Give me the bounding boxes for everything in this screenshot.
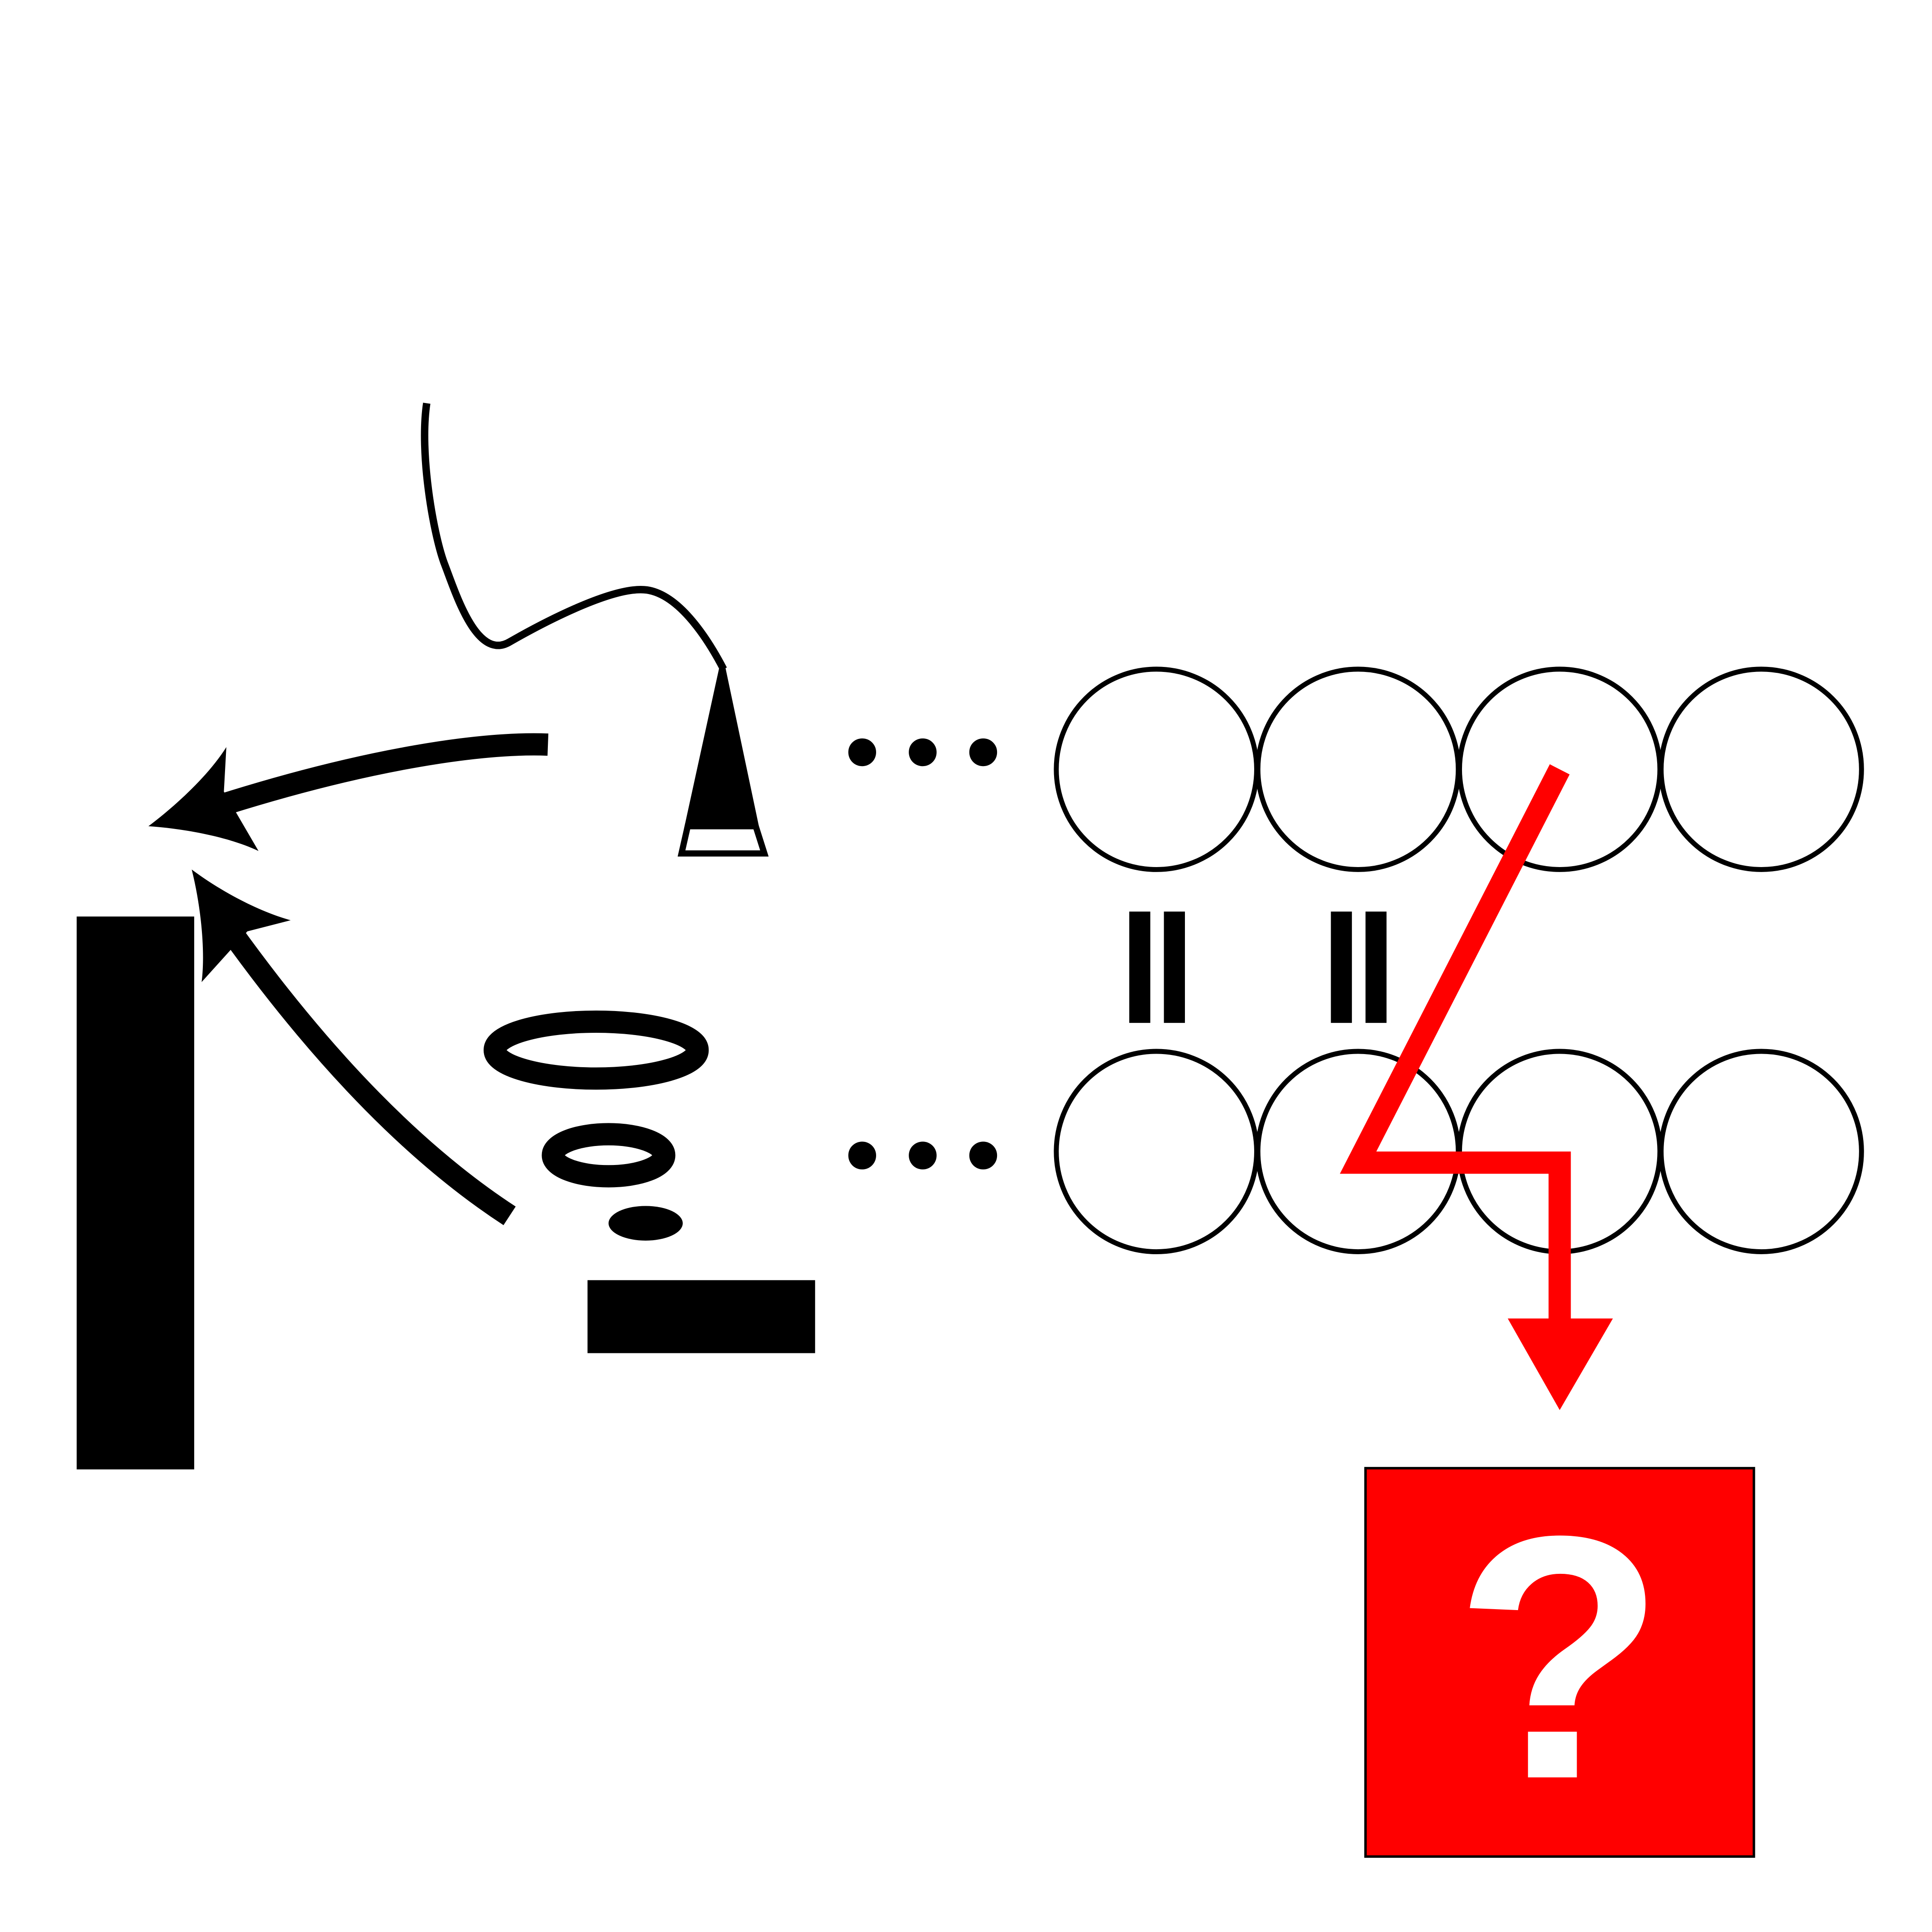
top-circle-2: [1255, 666, 1461, 872]
funnel-icon: [677, 667, 769, 857]
tall-black-bar: [77, 916, 194, 1470]
upper-curved-arrow: [148, 733, 549, 851]
vertical-equals-icon: [1129, 911, 1185, 1023]
bottom-circle-4: [1659, 1049, 1864, 1254]
ellipsis-bottom: •••: [837, 1112, 1018, 1204]
bottom-circle-1: [1054, 1049, 1259, 1254]
vertical-equals-icon: [1331, 911, 1387, 1023]
puzzle-diagram: ••• ••• ?: [77, 403, 1864, 1858]
thin-curved-line: [421, 403, 727, 671]
flat-black-bar: [587, 1280, 815, 1353]
stacked-ellipses-icon: [484, 1010, 709, 1241]
question-mark: ?: [1454, 1465, 1665, 1851]
question-box: ?: [1364, 1465, 1755, 1858]
top-circle-row: [1054, 666, 1864, 872]
ellipsis-top: •••: [837, 709, 1018, 801]
small-solid-ellipse: [609, 1206, 683, 1241]
medium-ring-ellipse: [542, 1123, 676, 1188]
top-circle-3: [1457, 666, 1663, 872]
large-ring-ellipse: [484, 1010, 709, 1090]
lower-curved-arrow: [192, 869, 516, 1225]
top-circle-1: [1054, 666, 1259, 872]
top-circle-4: [1659, 666, 1864, 872]
